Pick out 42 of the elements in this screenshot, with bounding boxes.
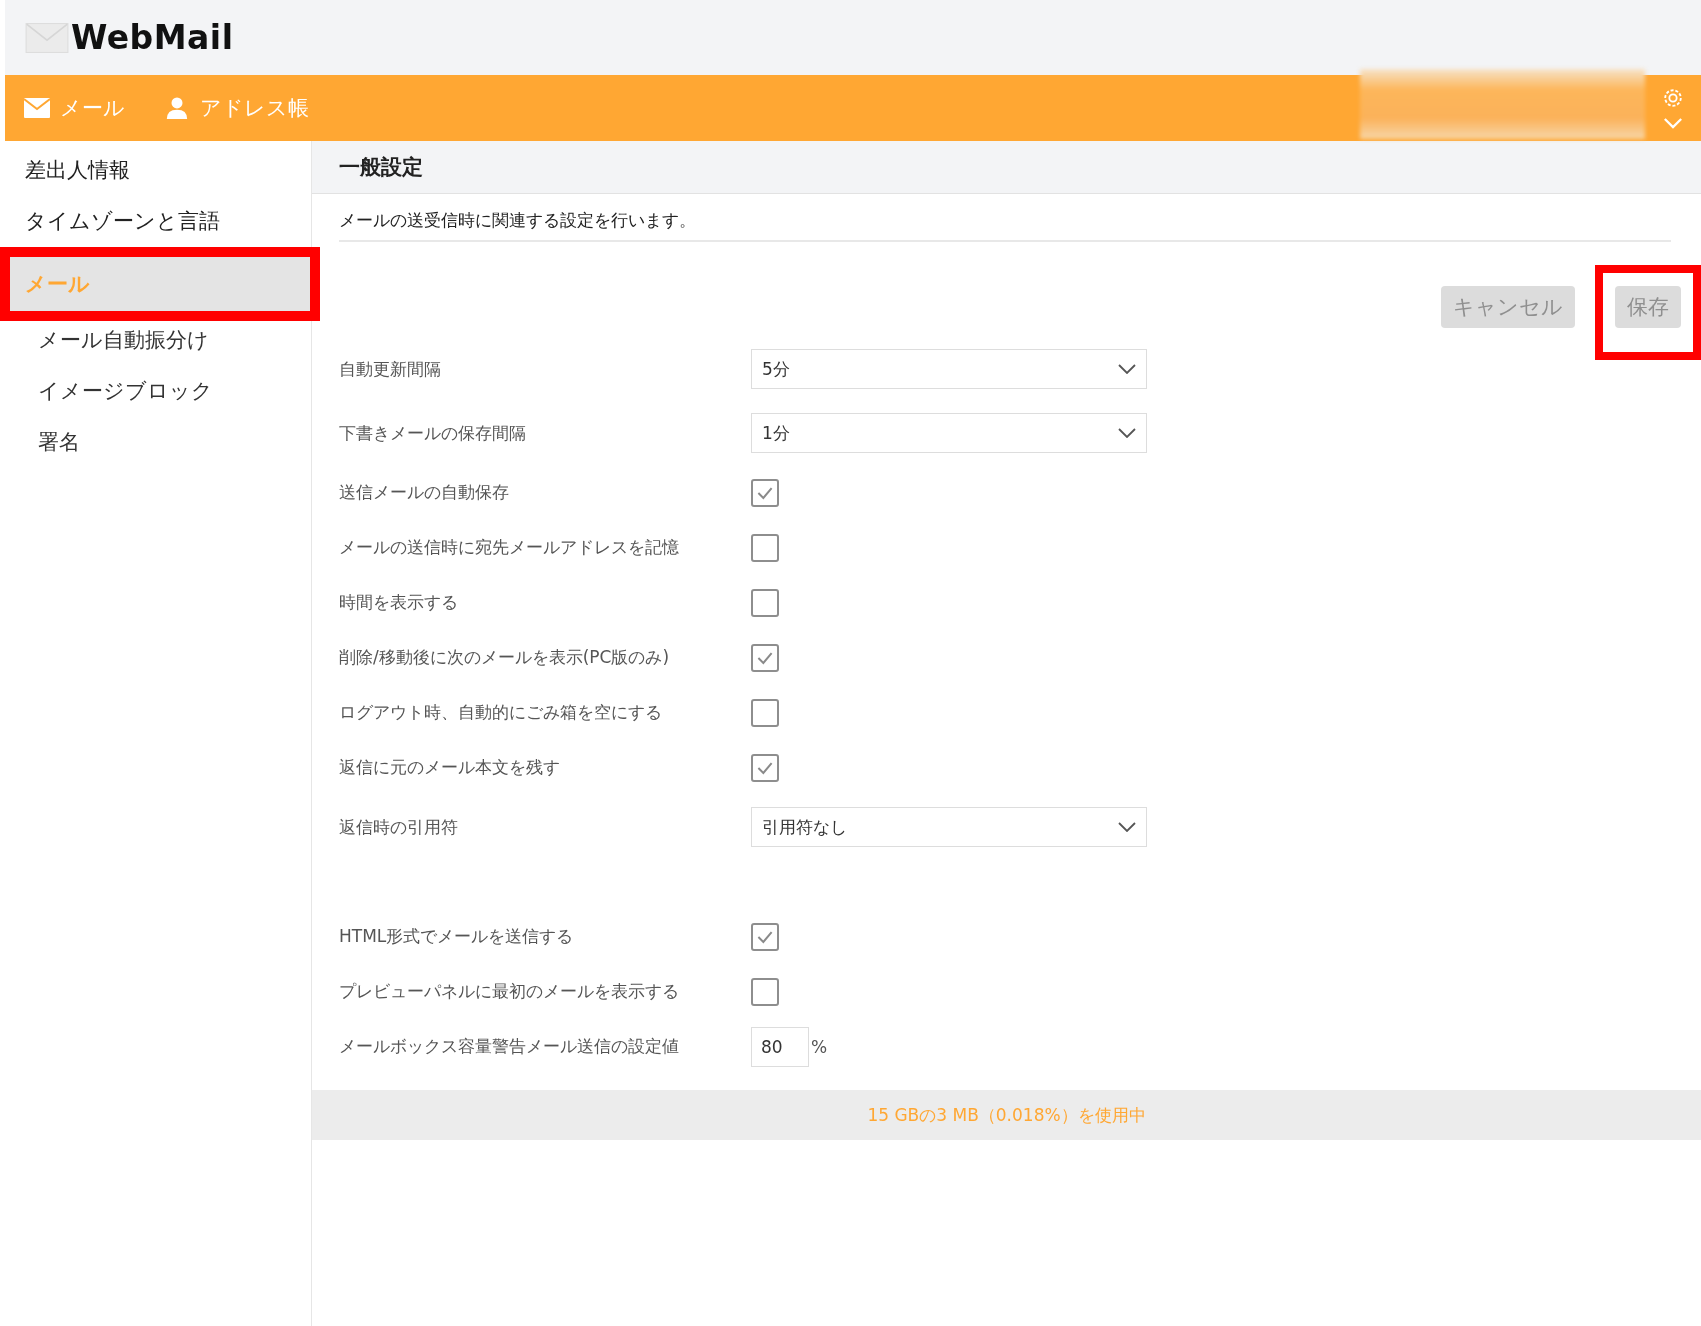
setting-label: 自動更新間隔 <box>339 357 442 381</box>
setting-label: ログアウト時、自動的にごみ箱を空にする <box>339 701 663 724</box>
settings-icon[interactable] <box>1662 86 1684 109</box>
checkbox[interactable] <box>751 533 779 562</box>
usage-text: 15 GBの3 MB（0.018%）を使用中 <box>867 1103 1146 1127</box>
sidebar-item[interactable]: 差出人情報 <box>0 145 311 196</box>
checkbox[interactable] <box>751 478 779 507</box>
envelope-icon <box>24 97 50 119</box>
setting-label: 送信メールの自動保存 <box>339 481 510 504</box>
setting-label: メールの送信時に宛先メールアドレスを記憶 <box>339 536 680 559</box>
setting-label: 時間を表示する <box>339 591 459 614</box>
sidebar-item[interactable]: タイムゾーンと言語 <box>0 196 311 247</box>
sidebar-item[interactable]: 署名 <box>0 417 311 468</box>
setting-label: 削除/移動後に次のメールを表示(PC版のみ) <box>339 646 671 669</box>
setting-label: 返信時の引用符 <box>339 815 459 839</box>
checkbox[interactable] <box>751 588 779 617</box>
chevron-down-icon <box>1118 428 1136 438</box>
setting-label: メールボックス容量警告メール送信の設定値 <box>339 1035 680 1058</box>
sidebar-item[interactable]: イメージブロック <box>0 366 311 417</box>
section-title: 一般設定 <box>339 154 423 181</box>
setting-label: プレビューパネルに最初のメールを表示する <box>339 980 680 1003</box>
checkbox[interactable] <box>751 643 779 672</box>
setting-label: HTML形式でメールを送信する <box>339 925 575 948</box>
checkbox[interactable] <box>751 698 779 727</box>
dropdown[interactable]: 5分 <box>751 349 1147 389</box>
checkbox[interactable] <box>751 753 779 782</box>
checkbox[interactable] <box>751 977 779 1006</box>
logo-text: WebMail <box>71 18 234 57</box>
setting-label: 下書きメールの保存間隔 <box>339 421 527 445</box>
number-field[interactable]: 80 <box>751 1026 809 1067</box>
person-icon <box>164 97 190 119</box>
dropdown[interactable]: 引用符なし <box>751 807 1147 847</box>
chevron-down-icon[interactable] <box>1663 116 1683 130</box>
sidebar-item[interactable]: メール自動振分け <box>0 315 311 366</box>
setting-label: 返信に元のメール本文を残す <box>339 756 561 779</box>
dropdown[interactable]: 1分 <box>751 413 1147 453</box>
checkbox[interactable] <box>751 922 779 951</box>
envelope-logo-icon <box>25 22 69 53</box>
chevron-down-icon <box>1118 364 1136 374</box>
section-description: メールの送受信時に関連する設定を行います。 <box>339 194 1671 242</box>
chevron-down-icon <box>1118 822 1136 832</box>
unit-label: % <box>811 1036 828 1057</box>
